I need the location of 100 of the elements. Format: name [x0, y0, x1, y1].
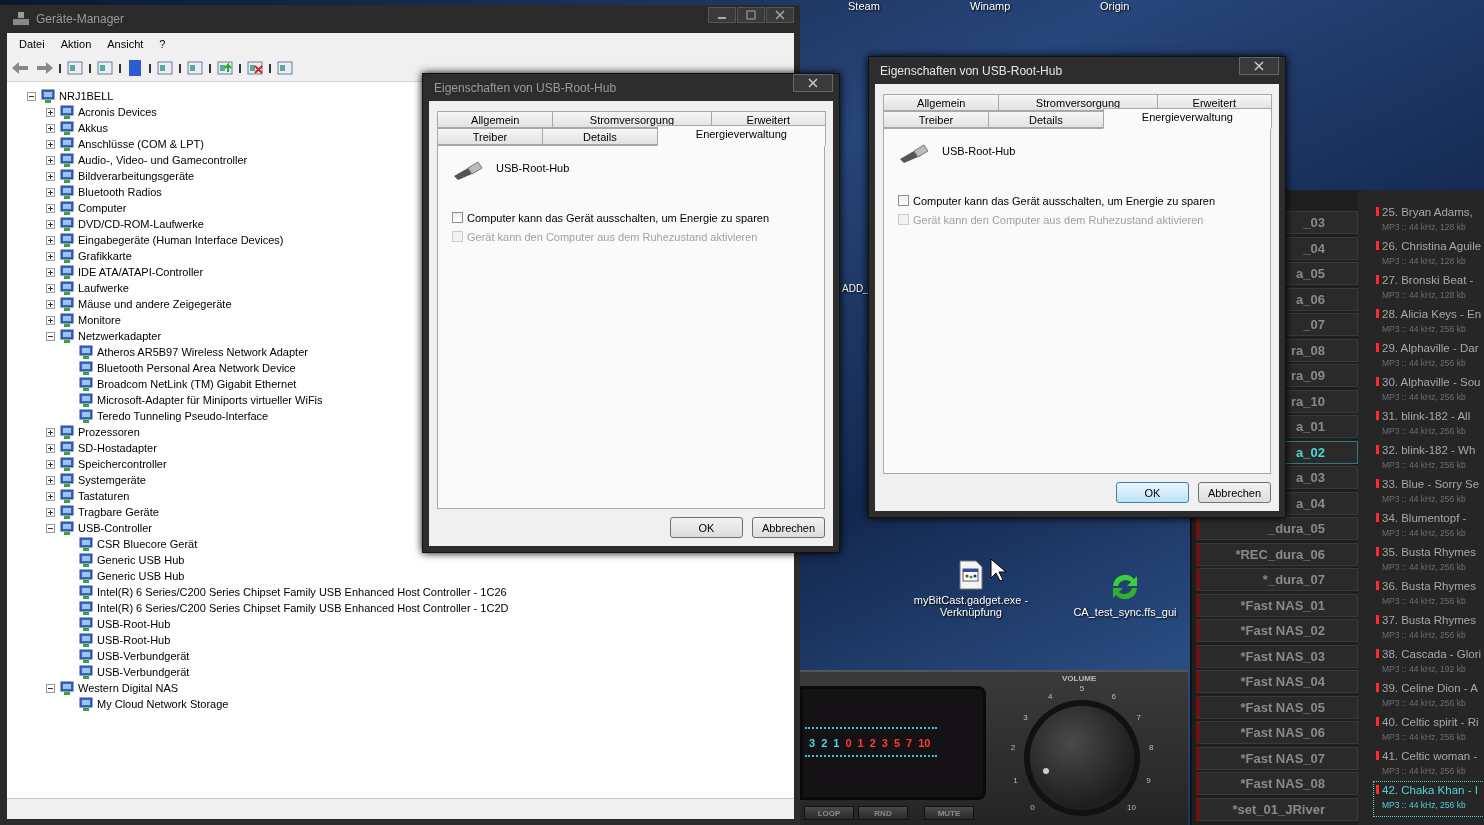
tree-item[interactable]: USB-Root-Hub	[97, 618, 171, 630]
tree-toggle[interactable]	[46, 491, 55, 501]
tree-item[interactable]: Tastaturen	[78, 490, 130, 502]
menu-item[interactable]: Datei	[11, 38, 53, 50]
tree-item[interactable]: Broadcom NetLink (TM) Gigabit Ethernet	[97, 378, 297, 390]
tree-item[interactable]: Bluetooth Radios	[78, 186, 162, 198]
tree-item[interactable]: Speichercontroller	[78, 458, 167, 470]
tree-toggle[interactable]	[46, 427, 55, 437]
dialog-button[interactable]: Abbrechen	[1198, 482, 1271, 503]
track-item[interactable]: 38. Cascada - Glori MP3 :: 44 kHz, 192 kb	[1374, 646, 1484, 680]
tree-item[interactable]: Teredo Tunneling Pseudo-Interface	[97, 410, 269, 422]
tree-item[interactable]: Eingabegeräte (Human Interface Devices)	[78, 234, 284, 246]
tree-toggle[interactable]	[46, 507, 55, 517]
track-item[interactable]: 37. Busta Rhymes MP3 :: 44 kHz, 256 kb	[1374, 612, 1484, 646]
playlist-button[interactable]: *Fast NAS_05	[1196, 695, 1358, 719]
desktop-icon-label[interactable]: Winamp	[970, 0, 1011, 12]
tree-toggle[interactable]	[46, 235, 55, 245]
tree-item[interactable]: Generic USB Hub	[97, 570, 185, 582]
playlist-button[interactable]: *Fast NAS_04	[1196, 670, 1358, 693]
tree-toggle[interactable]	[46, 203, 55, 213]
tree-item[interactable]: Akkus	[78, 122, 108, 134]
desktop-icon-label[interactable]: Steam	[848, 0, 880, 12]
tree-item[interactable]: Bildverarbeitungsgeräte	[78, 170, 195, 182]
tree-item[interactable]: Bluetooth Personal Area Network Device	[97, 362, 296, 374]
track-item[interactable]: 33. Blue - Sorry Se MP3 :: 44 kHz, 256 kb	[1374, 476, 1484, 510]
playlist-button[interactable]: *Fast NAS_03	[1196, 644, 1358, 668]
tree-toggle[interactable]	[46, 683, 55, 693]
track-item[interactable]: 30. Alphaville - Sou MP3 :: 44 kHz, 256 kb	[1374, 374, 1484, 408]
tree-item[interactable]: Mäuse und andere Zeigegeräte	[78, 298, 232, 310]
tab[interactable]: Stromversorgung	[998, 94, 1158, 111]
track-item[interactable]: 25. Bryan Adams, MP3 :: 44 kHz, 128 kb	[1374, 204, 1484, 238]
tab[interactable]: Details	[541, 128, 658, 145]
document-icon[interactable]	[959, 560, 983, 590]
tree-item[interactable]: NRJ1BELL	[59, 90, 114, 102]
tab[interactable]: Treiber	[437, 128, 543, 145]
track-item[interactable]: 29. Alphaville - Dar MP3 :: 44 kHz, 256 kb	[1374, 340, 1484, 374]
tree-toggle[interactable]	[46, 315, 55, 325]
checkbox[interactable]	[452, 212, 463, 223]
menu-item[interactable]: ?	[151, 38, 174, 50]
tree-toggle[interactable]	[46, 523, 55, 533]
track-item[interactable]: 35. Busta Rhymes MP3 :: 44 kHz, 256 kb	[1374, 544, 1484, 578]
tree-item[interactable]: Monitore	[78, 314, 121, 326]
playlist-button[interactable]: *Fast NAS_07	[1196, 746, 1358, 770]
tree-item[interactable]: USB-Root-Hub	[97, 634, 171, 646]
tree-toggle[interactable]	[46, 251, 55, 261]
tab[interactable]: Energieverwaltung	[656, 125, 826, 146]
dialog-button[interactable]: OK	[670, 517, 743, 538]
tree-toggle[interactable]	[46, 283, 55, 293]
tree-toggle[interactable]	[46, 459, 55, 469]
tab[interactable]: Allgemein	[437, 111, 554, 128]
tree-item[interactable]: Grafikkarte	[78, 250, 132, 262]
tree-toggle[interactable]	[46, 443, 55, 453]
close-button[interactable]	[766, 7, 794, 23]
tree-item[interactable]: Microsoft-Adapter für Miniports virtueller WiFis	[97, 394, 323, 406]
close-button[interactable]	[1239, 56, 1279, 75]
tree-toggle[interactable]	[46, 155, 55, 165]
playlist-button[interactable]: *Fast NAS_02	[1196, 619, 1358, 642]
tab[interactable]: Energieverwaltung	[1102, 108, 1272, 129]
track-item[interactable]: 28. Alicia Keys - En MP3 :: 44 kHz, 256 kb	[1374, 306, 1484, 340]
playlist-button[interactable]: *Fast NAS_08	[1196, 772, 1358, 795]
tab[interactable]: Stromversorgung	[552, 111, 712, 128]
track-item[interactable]: 32. blink-182 - Wh MP3 :: 44 kHz, 256 kb	[1374, 442, 1484, 476]
tree-item[interactable]: Anschlüsse (COM & LPT)	[78, 138, 204, 150]
tree-item[interactable]: Western Digital NAS	[78, 682, 179, 694]
track-item[interactable]: 42. Chaka Khan - I MP3 :: 44 kHz, 256 kb	[1374, 782, 1484, 816]
tab[interactable]: Allgemein	[883, 94, 1000, 111]
track-item[interactable]: 31. blink-182 - All MP3 :: 44 kHz, 256 kb	[1374, 408, 1484, 442]
track-item[interactable]: 27. Bronski Beat - MP3 :: 44 kHz, 128 kb	[1374, 272, 1484, 306]
desktop-icon-label[interactable]: ADD_	[842, 283, 869, 294]
menu-item[interactable]: Aktion	[52, 38, 100, 50]
tree-item[interactable]: Netzwerkadapter	[78, 330, 162, 342]
tree-toggle[interactable]	[46, 123, 55, 133]
checkbox[interactable]	[898, 195, 909, 206]
menu-item[interactable]: Ansicht	[99, 38, 152, 50]
track-item[interactable]: 39. Celine Dion - A MP3 :: 44 kHz, 256 kb	[1374, 680, 1484, 714]
tree-item[interactable]: SD-Hostadapter	[78, 442, 157, 454]
tree-item[interactable]: Systemgeräte	[78, 474, 146, 486]
tree-item[interactable]: Laufwerke	[78, 282, 129, 294]
tree-item[interactable]: Audio-, Video- und Gamecontroller	[78, 154, 248, 166]
desktop-icon-label[interactable]: Origin	[1100, 0, 1130, 12]
tree-item[interactable]: Tragbare Geräte	[78, 506, 159, 518]
tree-item[interactable]: IDE ATA/ATAPI-Controller	[78, 266, 204, 278]
tree-item[interactable]: Intel(R) 6 Series/C200 Series Chipset Family USB Enhanced Host Controller - 1C2D	[97, 602, 509, 614]
tab[interactable]: Details	[987, 111, 1104, 128]
close-button[interactable]	[793, 73, 833, 92]
tree-toggle[interactable]	[46, 139, 55, 149]
tree-toggle[interactable]	[46, 299, 55, 309]
desktop-icon-label[interactable]: CA_test_sync.ffs_gui	[1073, 606, 1177, 618]
minimize-button[interactable]	[708, 7, 736, 23]
track-item[interactable]: 34. Blumentopf - MP3 :: 44 kHz, 256 kb	[1374, 510, 1484, 544]
tree-item[interactable]: Generic USB Hub	[97, 554, 185, 566]
dialog-button[interactable]: Abbrechen	[752, 517, 825, 538]
tree-item[interactable]: Atheros AR5B97 Wireless Network Adapter	[97, 346, 308, 358]
tab[interactable]: Treiber	[883, 111, 989, 128]
playlist-button[interactable]: *REC_dura_06	[1196, 542, 1358, 566]
playlist-button[interactable]: *set_01_JRiver	[1196, 797, 1358, 821]
tree-toggle[interactable]	[27, 91, 36, 101]
tree-toggle[interactable]	[46, 331, 55, 341]
track-item[interactable]: 26. Christina Aguile MP3 :: 44 kHz, 128 kb	[1374, 238, 1484, 272]
tree-toggle[interactable]	[46, 475, 55, 485]
